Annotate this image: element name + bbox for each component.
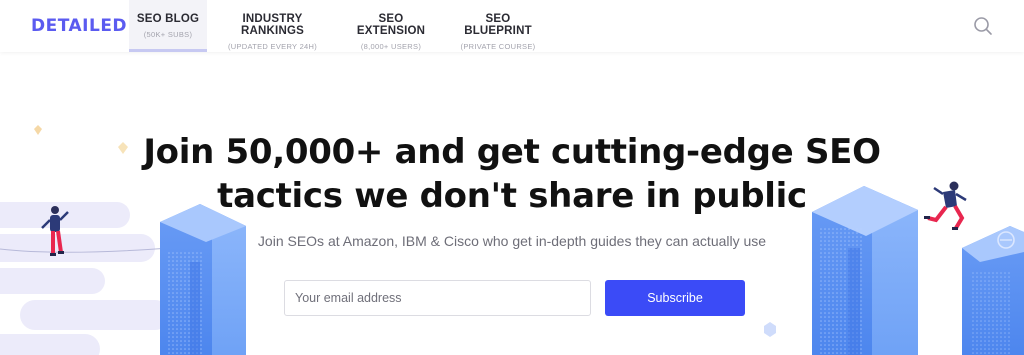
brand-logo[interactable]: DETAILED bbox=[31, 16, 127, 36]
nav-item-label: SEO BLUEPRINT bbox=[464, 13, 532, 37]
nav-item-label: SEO BLOG bbox=[136, 13, 200, 25]
hero-headline: Join 50,000+ and get cutting-edge SEO ta… bbox=[0, 130, 1024, 218]
headline-line-1: Join 50,000+ and get cutting-edge SEO bbox=[143, 132, 881, 172]
nav-item-label: INDUSTRY RANKINGS bbox=[241, 13, 304, 37]
nav-item-label: SEO EXTENSION bbox=[356, 13, 426, 37]
top-navigation: DETAILED SEO BLOG (50K+ SUBS) INDUSTRY R… bbox=[0, 0, 1024, 52]
nav-item-sublabel: (50K+ SUBS) bbox=[143, 30, 193, 39]
left-pillar bbox=[160, 204, 246, 355]
headline-line-2: tactics we don't share in public bbox=[217, 176, 807, 216]
left-cloud-shapes bbox=[0, 202, 170, 355]
search-icon bbox=[974, 17, 992, 35]
nav-item-industry-rankings[interactable]: INDUSTRY RANKINGS (UPDATED EVERY 24H) bbox=[214, 0, 331, 52]
nav-item-sublabel: (UPDATED EVERY 24H) bbox=[227, 42, 318, 51]
hero-subheadline: Join SEOs at Amazon, IBM & Cisco who get… bbox=[257, 233, 767, 249]
nav-item-sublabel: (8,000+ USERS) bbox=[360, 42, 422, 51]
nav-item-seo-blog[interactable]: SEO BLOG (50K+ SUBS) bbox=[129, 0, 207, 52]
nav-item-sublabel: (PRIVATE COURSE) bbox=[460, 42, 536, 51]
nav-item-seo-extension[interactable]: SEO EXTENSION (8,000+ USERS) bbox=[345, 0, 437, 52]
hero-section: Join 50,000+ and get cutting-edge SEO ta… bbox=[0, 52, 1024, 355]
search-button[interactable] bbox=[972, 15, 994, 37]
nav-item-seo-blueprint[interactable]: SEO BLUEPRINT (PRIVATE COURSE) bbox=[452, 0, 544, 52]
email-field[interactable] bbox=[284, 280, 591, 316]
subscribe-button[interactable]: Subscribe bbox=[605, 280, 745, 316]
